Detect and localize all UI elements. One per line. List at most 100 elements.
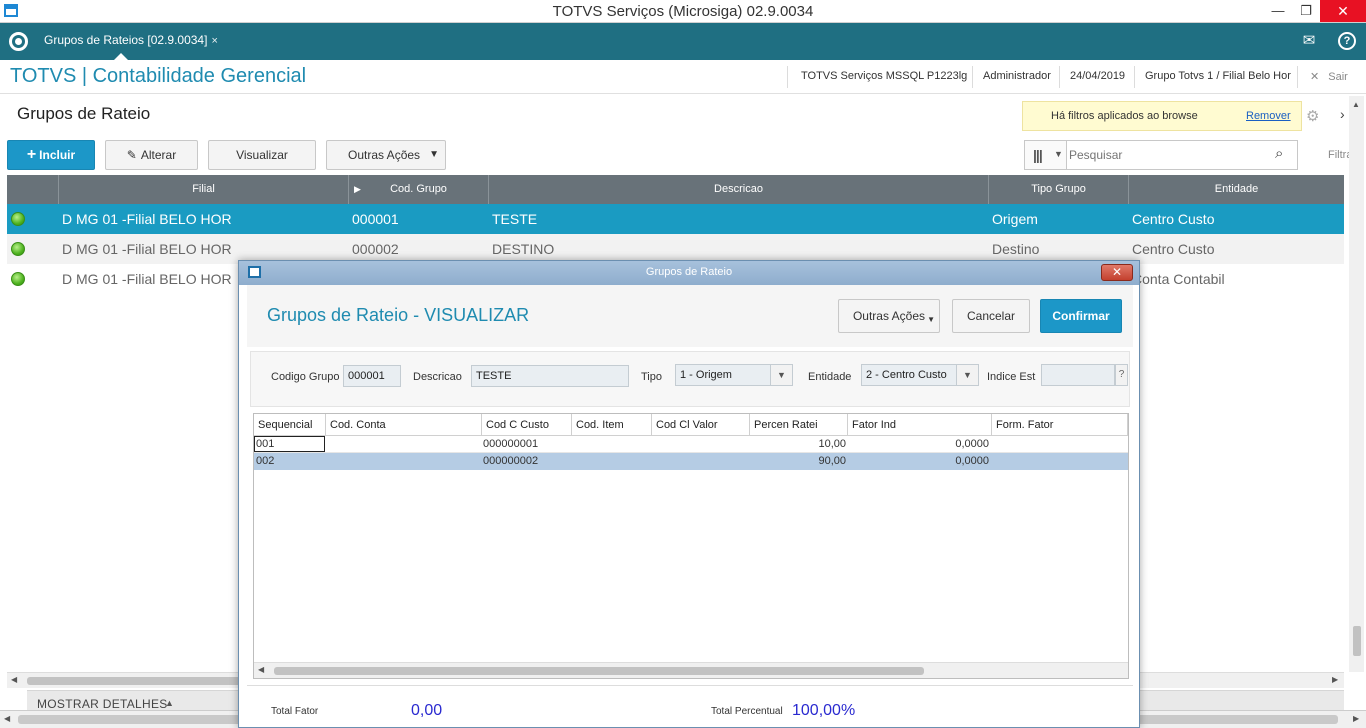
incluir-label: Incluir: [39, 148, 76, 162]
active-tab-indicator: [114, 53, 128, 60]
entidade-select[interactable]: 2 - Centro Custo ▼: [861, 364, 979, 386]
tipo-label: Tipo: [641, 371, 662, 383]
incluir-button[interactable]: + Incluir: [7, 140, 95, 170]
cancelar-button[interactable]: Cancelar: [952, 299, 1030, 333]
cell-cod-c-custo: 000000001: [483, 438, 539, 450]
table-row[interactable]: 002 000000002 90,00 0,0000: [254, 453, 1128, 470]
divider: [787, 66, 788, 88]
triangle-right-icon: ▶: [354, 184, 361, 194]
lookup-help-icon[interactable]: ?: [1115, 364, 1128, 386]
scroll-left-icon[interactable]: ◀: [11, 675, 17, 684]
visualizar-dialog: Grupos de Rateio ✕ Grupos de Rateio - VI…: [238, 260, 1140, 728]
caret-up-icon: ▲: [165, 698, 174, 708]
outras-acoes-button[interactable]: Outras Ações ▼: [326, 140, 446, 170]
table-row[interactable]: 001 000000001 10,00 0,0000: [254, 436, 1128, 453]
cell-tipo-grupo: Destino: [992, 241, 1040, 257]
divider: [1134, 66, 1135, 88]
plus-icon: +: [26, 146, 37, 163]
branch-info: Grupo Totvs 1 / Filial Belo Hor: [1145, 70, 1291, 82]
items-header-cod-c-custo[interactable]: Cod C Custo: [482, 414, 572, 436]
grid-header-cod-grupo[interactable]: ▶ Cod. Grupo: [349, 175, 489, 204]
visualizar-label: Visualizar: [236, 148, 288, 162]
entidade-select-value: 2 - Centro Custo: [866, 369, 947, 381]
items-header-form-fator[interactable]: Form. Fator: [992, 414, 1128, 436]
columns-selector[interactable]: ||| ▼: [1025, 141, 1067, 169]
search-input[interactable]: [1069, 144, 1269, 166]
status-green-icon: [11, 212, 25, 226]
help-icon[interactable]: ?: [1338, 32, 1356, 50]
outras-acoes-label: Outras Ações: [348, 148, 421, 162]
items-header-cod-conta[interactable]: Cod. Conta: [326, 414, 482, 436]
scroll-right-icon[interactable]: ▶: [1353, 714, 1359, 723]
scroll-left-icon[interactable]: ◀: [4, 714, 10, 723]
total-percentual-value: 100,00%: [792, 702, 856, 719]
close-window-button[interactable]: ✕: [1320, 0, 1366, 22]
scroll-thumb[interactable]: [27, 677, 247, 685]
grid-header-filial[interactable]: Filial: [59, 175, 349, 204]
cell-filial: D MG 01 -Filial BELO HOR: [62, 241, 232, 257]
descricao-field[interactable]: TESTE: [471, 365, 629, 387]
items-header-cod-cl-valor[interactable]: Cod Cl Valor: [652, 414, 750, 436]
search-box: ||| ▼ ⌕: [1024, 140, 1298, 170]
tab-close-icon[interactable]: ×: [211, 35, 217, 47]
items-header-fator-ind[interactable]: Fator Ind: [848, 414, 992, 436]
tab-bar: Grupos de Rateios [02.9.0034] × ✉ ?: [0, 23, 1366, 60]
scroll-thumb[interactable]: [274, 667, 924, 675]
status-green-icon: [11, 242, 25, 256]
details-label: MOSTRAR DETALHES: [37, 697, 168, 711]
codigo-grupo-field[interactable]: 000001: [343, 365, 401, 387]
filter-notice-text: Há filtros aplicados ao browse: [1051, 110, 1198, 122]
cell-cod-grupo: 000001: [352, 211, 399, 227]
pencil-icon: ✎: [126, 148, 137, 162]
search-icon[interactable]: ⌕: [1275, 145, 1283, 162]
items-header-sequencial[interactable]: Sequencial: [254, 414, 326, 436]
grid-header-entidade[interactable]: Entidade: [1129, 175, 1344, 204]
grid-header-descricao[interactable]: Descricao: [489, 175, 989, 204]
confirmar-button[interactable]: Confirmar: [1040, 299, 1122, 333]
chevron-right-icon[interactable]: ›: [1340, 106, 1345, 122]
cell-filial: D MG 01 -Filial BELO HOR: [62, 271, 232, 287]
dialog-titlebar: Grupos de Rateio ✕: [239, 261, 1139, 285]
grid-header-tipo-grupo[interactable]: Tipo Grupo: [989, 175, 1129, 204]
exit-label: Sair: [1328, 71, 1348, 83]
cell-fator-ind: 0,0000: [955, 455, 989, 467]
page-title: Grupos de Rateio: [17, 104, 151, 123]
restore-button[interactable]: ❐: [1290, 0, 1322, 22]
tab-grupos-de-rateios[interactable]: Grupos de Rateios [02.9.0034] ×: [36, 23, 226, 60]
cell-sequencial: 002: [256, 455, 275, 467]
items-horizontal-scrollbar[interactable]: ◀: [254, 662, 1128, 678]
exit-button[interactable]: ✕ Sair: [1310, 70, 1348, 83]
remove-filter-link[interactable]: Remover: [1246, 110, 1291, 122]
visualizar-button[interactable]: Visualizar: [208, 140, 316, 170]
totvs-logo-icon[interactable]: [9, 32, 28, 51]
caret-down-icon: ▼: [770, 365, 792, 385]
scroll-up-icon[interactable]: ▲: [1352, 100, 1360, 109]
dialog-outras-acoes-button[interactable]: Outras Ações ▼: [838, 299, 940, 333]
items-header-cod-item[interactable]: Cod. Item: [572, 414, 652, 436]
total-percentual-label: Total Percentual: [711, 706, 783, 717]
cell-cod-grupo: 000002: [352, 241, 399, 257]
dialog-close-button[interactable]: ✕: [1101, 264, 1133, 281]
status-green-icon: [11, 272, 25, 286]
total-fator-label: Total Fator: [271, 706, 319, 717]
total-fator-value: 0,00: [411, 702, 443, 719]
scroll-thumb[interactable]: [1353, 626, 1361, 656]
vertical-scrollbar[interactable]: ▲: [1349, 96, 1364, 672]
gear-icon[interactable]: ⚙: [1306, 107, 1319, 125]
module-title: TOTVS | Contabilidade Gerencial: [10, 65, 307, 87]
items-header-percen-ratei[interactable]: Percen Ratei: [750, 414, 848, 436]
indice-est-field[interactable]: [1041, 364, 1115, 386]
caret-down-icon: ▼: [1054, 149, 1063, 159]
cell-filial: D MG 01 -Filial BELO HOR: [62, 211, 232, 227]
mail-icon[interactable]: ✉: [1300, 32, 1318, 50]
scroll-left-icon[interactable]: ◀: [258, 665, 264, 674]
dialog-title: Grupos de Rateio - VISUALIZAR: [267, 305, 530, 325]
columns-icon: |||: [1033, 147, 1043, 163]
exit-icon: ✕: [1310, 71, 1320, 83]
scroll-right-icon[interactable]: ▶: [1332, 675, 1338, 684]
cell-descricao: TESTE: [492, 211, 538, 227]
tipo-select[interactable]: 1 - Origem ▼: [675, 364, 793, 386]
cell-tipo-grupo: Origem: [992, 211, 1038, 227]
table-row[interactable]: D MG 01 -Filial BELO HOR 000001 TESTE Or…: [7, 204, 1344, 234]
alterar-button[interactable]: ✎ Alterar: [105, 140, 198, 170]
